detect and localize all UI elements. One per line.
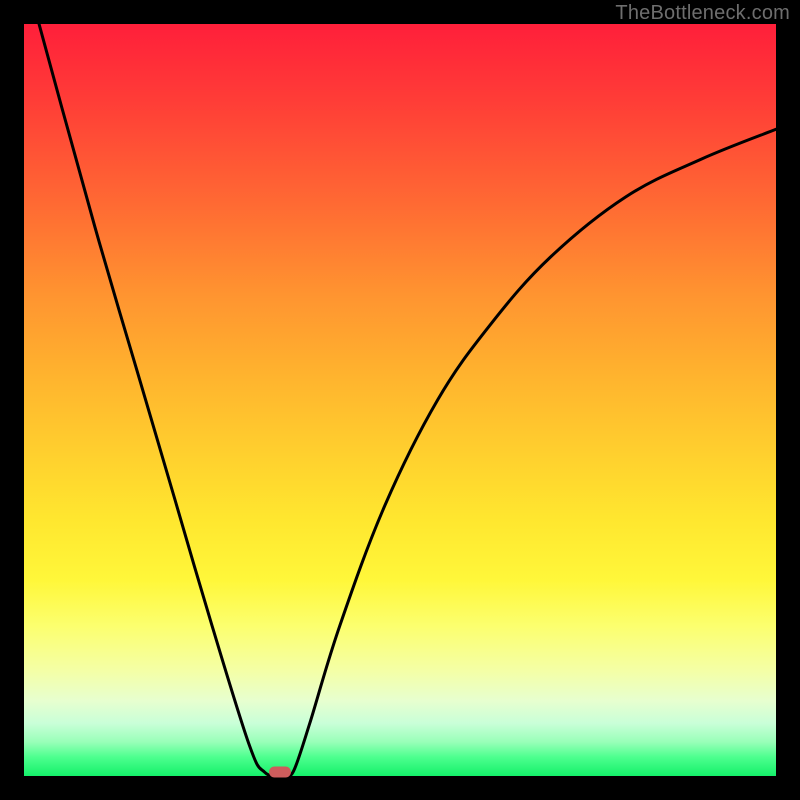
watermark-text: TheBottleneck.com [615,2,790,25]
chart-frame: TheBottleneck.com [0,0,800,800]
curve-svg [24,24,776,776]
minimum-marker [269,767,291,778]
plot-area [24,24,776,776]
bottleneck-curve [39,24,776,776]
